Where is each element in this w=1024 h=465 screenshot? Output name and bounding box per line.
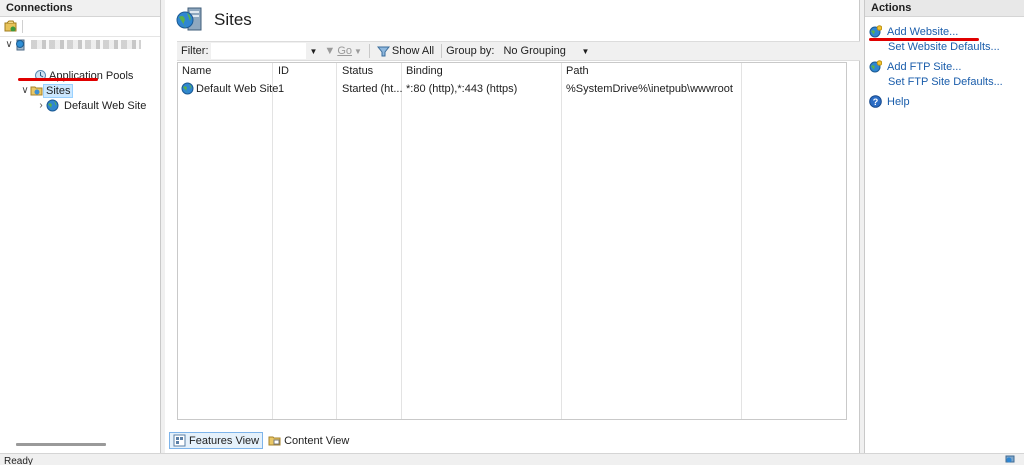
tab-features-view-label: Features View (189, 434, 260, 447)
filter-label: Filter: (181, 45, 209, 57)
go-button[interactable]: ▼ Go ▼ (321, 45, 365, 57)
network-icon (1005, 455, 1016, 465)
annotation-underline-sites (18, 78, 98, 81)
add-ftp-icon (869, 60, 882, 73)
column-binding (402, 63, 562, 419)
filter-toolbar: Filter: ▼ ▼ Go ▼ Show All Group by: No G… (177, 41, 860, 61)
help-icon: ? (869, 95, 882, 108)
filter-dropdown-icon[interactable]: ▼ (306, 47, 322, 56)
chevron-down-icon[interactable]: ∨ (20, 85, 30, 96)
globe-icon (181, 82, 194, 95)
tree-label-default-web-site: Default Web Site (64, 99, 147, 112)
column-header-status[interactable]: Status (342, 65, 373, 77)
chevron-down-icon: ▼ (581, 46, 590, 56)
help-label: Help (887, 95, 910, 108)
svg-text:?: ? (873, 97, 879, 107)
column-header-name[interactable]: Name (182, 65, 211, 77)
add-website-icon (869, 25, 882, 38)
toolbar-separator (441, 44, 443, 58)
view-tabs: Features View Content View (169, 431, 352, 450)
chevron-right-icon[interactable]: › (36, 100, 46, 111)
add-ftp-site-link[interactable]: Add FTP Site... (869, 60, 961, 73)
connect-icon[interactable] (4, 20, 17, 33)
help-link[interactable]: ? Help (869, 95, 910, 108)
connections-toolbar (0, 17, 160, 37)
group-by-select[interactable]: No Grouping ▼ (500, 43, 593, 59)
content-view-icon (268, 434, 281, 447)
tree-node-server[interactable]: ∨ (4, 37, 141, 52)
toolbar-separator (368, 44, 370, 58)
show-all-button[interactable]: Show All (374, 45, 437, 58)
sites-folder-icon (30, 84, 43, 97)
column-id (273, 63, 337, 419)
tree-node-sites[interactable]: ∨ Sites (20, 83, 74, 98)
tree-node-default-web-site[interactable]: › Default Web Site (36, 98, 148, 113)
sites-content-pane: Sites Filter: ▼ ▼ Go ▼ Show All Group by… (165, 0, 860, 453)
sites-table: Name ˇ ID Status Binding Path Default We… (177, 62, 847, 420)
add-website-link[interactable]: Add Website... (869, 25, 958, 38)
set-ftp-defaults-link[interactable]: Set FTP Site Defaults... (888, 76, 1003, 88)
chevron-down-icon[interactable]: ∨ (4, 39, 14, 50)
cell-site-status: Started (ht... (342, 83, 403, 95)
tree-label-sites: Sites (43, 83, 74, 98)
show-all-label: Show All (391, 45, 435, 57)
column-name (178, 63, 273, 419)
tab-content-view-label: Content View (284, 434, 350, 447)
go-dropdown-icon: ▼ (354, 46, 362, 56)
column-status (337, 63, 402, 419)
sort-indicator-icon: ˇ (222, 62, 225, 69)
column-header-path[interactable]: Path (566, 65, 589, 77)
actions-pane: Actions Add Website... Set Website Defau… (864, 0, 1024, 453)
go-button-label: Go (337, 45, 352, 57)
column-header-id[interactable]: ID (278, 65, 289, 77)
server-name-redacted (31, 40, 141, 49)
connections-title: Connections (0, 0, 160, 17)
sites-icon (175, 5, 205, 36)
status-text: Ready (4, 456, 33, 465)
connections-pane: Connections ∨ Application Pools ∨ Sites (0, 0, 161, 453)
set-website-defaults-link[interactable]: Set Website Defaults... (888, 41, 1000, 53)
status-bar: Ready (0, 453, 1024, 465)
group-by-label: Group by: (446, 45, 495, 57)
tab-features-view[interactable]: Features View (169, 432, 264, 449)
page-header: Sites (165, 0, 859, 40)
tab-content-view[interactable]: Content View (265, 432, 352, 449)
add-website-label: Add Website... (887, 25, 959, 38)
show-all-icon (376, 45, 390, 58)
set-ftp-defaults-label: Set FTP Site Defaults... (888, 76, 1003, 88)
features-view-icon (173, 434, 186, 447)
funnel-icon: ▼ (324, 45, 336, 57)
filter-input[interactable] (210, 43, 306, 59)
group-by-value: No Grouping (503, 45, 566, 57)
globe-icon (46, 99, 59, 112)
cell-site-name: Default Web Site (196, 83, 279, 95)
server-icon (14, 38, 27, 51)
column-path (562, 63, 742, 419)
cell-site-binding: *:80 (http),*:443 (https) (406, 83, 518, 95)
page-title: Sites (214, 10, 252, 29)
column-header-binding[interactable]: Binding (406, 65, 443, 77)
connections-scrollbar[interactable] (16, 443, 106, 446)
cell-site-path: %SystemDrive%\inetpub\wwwroot (566, 83, 733, 95)
add-ftp-site-label: Add FTP Site... (887, 60, 962, 73)
actions-title: Actions (865, 0, 1024, 17)
cell-site-id: 1 (278, 83, 285, 95)
set-website-defaults-label: Set Website Defaults... (888, 41, 1000, 53)
